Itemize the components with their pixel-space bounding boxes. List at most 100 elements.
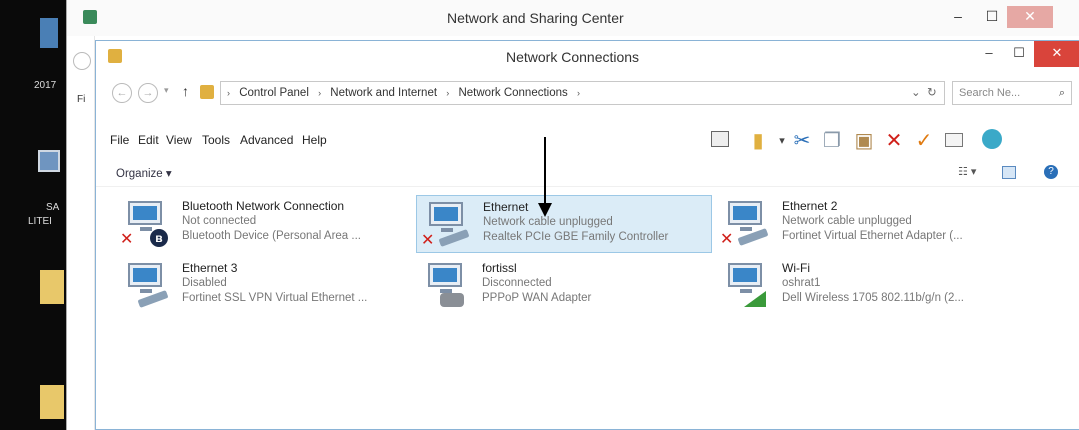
- connection-device: Fortinet Virtual Ethernet Adapter (...: [782, 230, 963, 242]
- window-title: Network Connections: [506, 49, 640, 65]
- connection-status: Network cable unplugged: [782, 215, 912, 227]
- address-bar[interactable]: › Control Panel › Network and Internet ›…: [220, 81, 945, 105]
- paste-icon[interactable]: ▣: [852, 129, 876, 153]
- network-connections-window: Network Connections – ☐ ✕ ← → ▾ ↑ › Cont…: [95, 40, 1079, 430]
- menu-edit[interactable]: Edit: [138, 133, 159, 147]
- folder-icon[interactable]: [40, 385, 64, 419]
- menu-help[interactable]: Help: [302, 133, 327, 147]
- window-title: Network and Sharing Center: [447, 10, 624, 26]
- breadcrumb-network-internet[interactable]: Network and Internet: [330, 87, 437, 99]
- connection-item[interactable]: fortissl Disconnected PPPoP WAN Adapter: [416, 257, 712, 315]
- address-dropdown-icon[interactable]: ⌄: [911, 82, 921, 104]
- connection-name: Bluetooth Network Connection: [182, 199, 345, 213]
- phone-icon: [440, 293, 464, 307]
- search-icon: ⌕: [1058, 87, 1065, 99]
- breadcrumb-sep: ›: [576, 88, 580, 98]
- connection-device: Realtek PCIe GBE Family Controller: [483, 231, 669, 243]
- network-adapter-icon: [420, 261, 472, 311]
- monitor-icon: [429, 202, 463, 226]
- preview-pane-button[interactable]: [1002, 166, 1016, 179]
- connection-status: Disconnected: [482, 277, 552, 289]
- close-button[interactable]: ✕: [1007, 6, 1053, 28]
- connection-status: Disabled: [182, 277, 227, 289]
- organize-button[interactable]: Organize ▾: [116, 166, 172, 180]
- menu-file[interactable]: File: [110, 133, 129, 147]
- address-row: ← → ▾ ↑ › Control Panel › Network and In…: [96, 79, 1079, 109]
- monitor-stand-icon: [740, 227, 752, 231]
- folder-icon[interactable]: [40, 270, 64, 304]
- change-view-button[interactable]: ☷ ▾: [958, 165, 976, 178]
- network-adapter-icon: [720, 261, 772, 311]
- maximize-button[interactable]: ☐: [1004, 41, 1034, 67]
- refresh-button[interactable]: ↻: [927, 82, 937, 104]
- connection-status: Network cable unplugged: [483, 216, 613, 228]
- connection-device: PPPoP WAN Adapter: [482, 292, 592, 304]
- monitor-icon: [728, 201, 762, 225]
- recent-dropdown-icon[interactable]: ▾: [164, 85, 169, 96]
- network-adapter-icon: [120, 261, 172, 311]
- connection-item[interactable]: ✕ Ethernet 2 Network cable unplugged Fortin…: [716, 195, 1012, 253]
- connection-name: fortissl: [482, 261, 517, 275]
- breadcrumb-control-panel[interactable]: Control Panel: [239, 87, 309, 99]
- network-adapter-icon: ʙ ✕: [120, 199, 172, 249]
- connection-name: Ethernet 3: [182, 261, 238, 275]
- rename-icon[interactable]: [942, 129, 966, 153]
- connection-name: Wi-Fi: [782, 261, 810, 275]
- delete-icon[interactable]: ✕: [882, 129, 906, 153]
- check-icon[interactable]: ✓: [912, 129, 936, 153]
- connection-status: Not connected: [182, 215, 257, 227]
- annotation-arrowhead: [538, 203, 552, 217]
- connection-status: oshrat1: [782, 277, 821, 289]
- minimize-button[interactable]: –: [974, 41, 1004, 67]
- error-x-icon: ✕: [720, 231, 734, 248]
- desktop-label: LITEI: [28, 216, 52, 227]
- breadcrumb-sep: ›: [446, 88, 450, 98]
- bluetooth-icon: ʙ: [150, 229, 168, 247]
- search-input[interactable]: Search Ne... ⌕: [952, 81, 1072, 105]
- connection-device: Fortinet SSL VPN Virtual Ethernet ...: [182, 292, 368, 304]
- folder-icon[interactable]: ▮: [746, 129, 770, 153]
- breadcrumb-network-connections[interactable]: Network Connections: [458, 87, 567, 99]
- monitor-stand-icon: [441, 228, 453, 232]
- network-adapter-icon: ✕: [421, 200, 473, 250]
- desktop-icon[interactable]: [38, 150, 60, 172]
- breadcrumb-sep: ›: [227, 88, 230, 98]
- connection-item[interactable]: Wi-Fi oshrat1 Dell Wireless 1705 802.11b/g…: [716, 257, 1012, 315]
- desktop-background: 2017 SA LITEI: [0, 0, 66, 430]
- network-adapter-icon: ✕: [720, 199, 772, 249]
- title-bar: Network Connections – ☐ ✕: [96, 41, 1079, 73]
- back-button[interactable]: ←: [112, 83, 132, 103]
- connections-list: ʙ ✕ Bluetooth Network Connection Not connec…: [96, 189, 1079, 429]
- desktop-label: 2017: [34, 80, 57, 91]
- close-button[interactable]: ✕: [1034, 41, 1079, 67]
- connection-name: Ethernet 2: [782, 199, 838, 213]
- network-globe-icon[interactable]: [980, 129, 1004, 153]
- cut-icon[interactable]: ✂: [790, 129, 814, 153]
- connection-item[interactable]: ʙ ✕ Bluetooth Network Connection Not connec…: [116, 195, 412, 253]
- monitor-icon: [728, 263, 762, 287]
- view-pane-icon[interactable]: [708, 129, 732, 153]
- monitor-stand-icon: [140, 289, 152, 293]
- up-button[interactable]: ↑: [182, 83, 189, 99]
- monitor-icon: [128, 263, 162, 287]
- copy-icon[interactable]: ❐: [820, 129, 844, 153]
- connection-device: Bluetooth Device (Personal Area ...: [182, 230, 361, 242]
- side-pane: Fi: [67, 36, 95, 430]
- menu-tools[interactable]: Tools: [202, 133, 230, 147]
- error-x-icon: ✕: [421, 232, 435, 249]
- monitor-icon: [128, 201, 162, 225]
- connection-item[interactable]: ✕ Ethernet Network cable unplugged Realtek …: [416, 195, 712, 253]
- desktop-icon[interactable]: [40, 18, 58, 48]
- network-icon: [108, 49, 122, 63]
- control-panel-icon: [200, 85, 214, 99]
- menu-view[interactable]: View: [166, 133, 192, 147]
- menu-advanced[interactable]: Advanced: [240, 133, 293, 147]
- monitor-stand-icon: [140, 227, 152, 231]
- signal-bars-icon: [744, 291, 766, 307]
- forward-button[interactable]: →: [138, 83, 158, 103]
- back-button[interactable]: [73, 52, 91, 70]
- help-button[interactable]: ?: [1044, 165, 1058, 179]
- annotation-arrow: [544, 137, 546, 205]
- connection-name: Ethernet: [483, 200, 529, 214]
- connection-item[interactable]: Ethernet 3 Disabled Fortinet SSL VPN Virtu…: [116, 257, 412, 315]
